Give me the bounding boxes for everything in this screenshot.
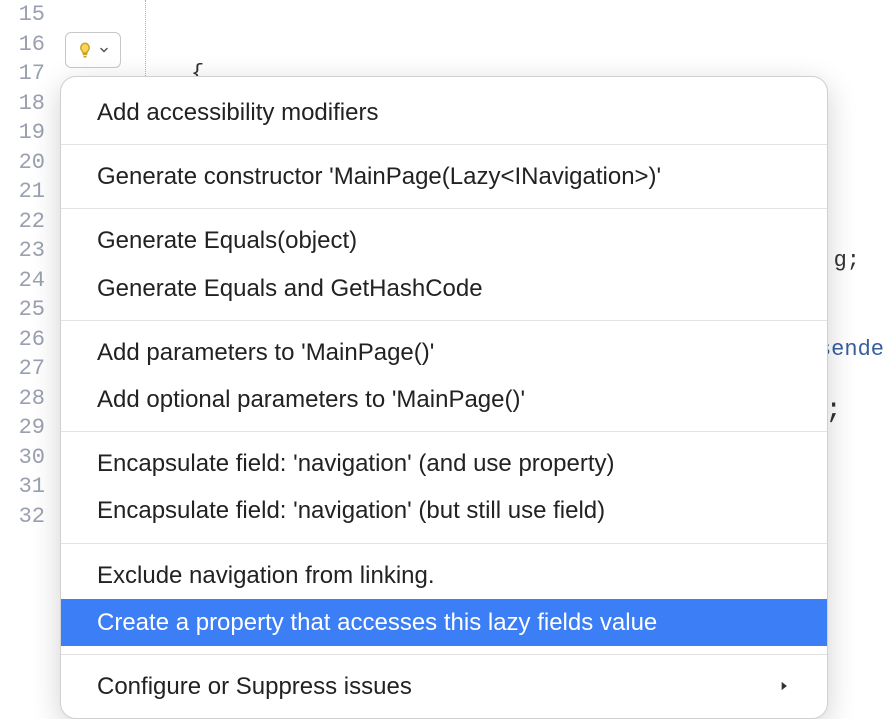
line-number: 27 [0, 354, 45, 384]
line-number-gutter: 151617181920212223242526272829303132 [0, 0, 65, 678]
menu-item-label: Encapsulate field: 'navigation' (but sti… [97, 495, 791, 526]
quick-actions-menu[interactable]: Add accessibility modifiers Generate cons… [60, 76, 828, 719]
line-number: 22 [0, 207, 45, 237]
menu-item[interactable]: Encapsulate field: 'navigation' (but sti… [61, 487, 827, 534]
quick-actions-button[interactable] [65, 32, 121, 68]
menu-item[interactable]: Create a property that accesses this laz… [61, 599, 827, 646]
menu-item-label: Configure or Suppress issues [97, 671, 777, 702]
menu-separator [61, 431, 827, 432]
line-number: 23 [0, 236, 45, 266]
submenu-arrow-icon [777, 679, 791, 693]
menu-item-label: Generate Equals(object) [97, 225, 791, 256]
line-number: 29 [0, 413, 45, 443]
menu-item[interactable]: Configure or Suppress issues [61, 663, 827, 710]
lightbulb-icon [76, 41, 94, 59]
line-number: 24 [0, 266, 45, 296]
line-number: 19 [0, 118, 45, 148]
menu-item-label: Generate constructor 'MainPage(Lazy<INav… [97, 161, 791, 192]
menu-separator [61, 320, 827, 321]
menu-item-label: Add accessibility modifiers [97, 97, 791, 128]
menu-separator [61, 543, 827, 544]
line-number: 17 [0, 59, 45, 89]
line-number: 16 [0, 30, 45, 60]
line-number: 28 [0, 384, 45, 414]
menu-item-label: Create a property that accesses this laz… [97, 607, 791, 638]
menu-item[interactable]: Generate Equals(object) [61, 217, 827, 264]
menu-item-label: Add optional parameters to 'MainPage()' [97, 384, 791, 415]
menu-item-label: Encapsulate field: 'navigation' (and use… [97, 448, 791, 479]
menu-item[interactable]: Encapsulate field: 'navigation' (and use… [61, 440, 827, 487]
menu-item[interactable]: Exclude navigation from linking. [61, 552, 827, 599]
line-number: 25 [0, 295, 45, 325]
partial-code-fragment: g; [834, 248, 860, 273]
line-number: 15 [0, 0, 45, 30]
menu-separator [61, 208, 827, 209]
menu-separator [61, 144, 827, 145]
line-number: 31 [0, 472, 45, 502]
line-number: 20 [0, 148, 45, 178]
menu-separator [61, 654, 827, 655]
menu-item-label: Generate Equals and GetHashCode [97, 273, 791, 304]
line-number: 32 [0, 502, 45, 532]
menu-item[interactable]: Generate constructor 'MainPage(Lazy<INav… [61, 153, 827, 200]
menu-item[interactable]: Add optional parameters to 'MainPage()' [61, 376, 827, 423]
line-number: 21 [0, 177, 45, 207]
line-number: 30 [0, 443, 45, 473]
menu-item[interactable]: Add accessibility modifiers [61, 89, 827, 136]
menu-item[interactable]: Generate Equals and GetHashCode [61, 265, 827, 312]
line-number: 26 [0, 325, 45, 355]
menu-item-label: Exclude navigation from linking. [97, 560, 791, 591]
line-number: 18 [0, 89, 45, 119]
menu-item-label: Add parameters to 'MainPage()' [97, 337, 791, 368]
chevron-down-icon [98, 44, 110, 56]
menu-item[interactable]: Add parameters to 'MainPage()' [61, 329, 827, 376]
